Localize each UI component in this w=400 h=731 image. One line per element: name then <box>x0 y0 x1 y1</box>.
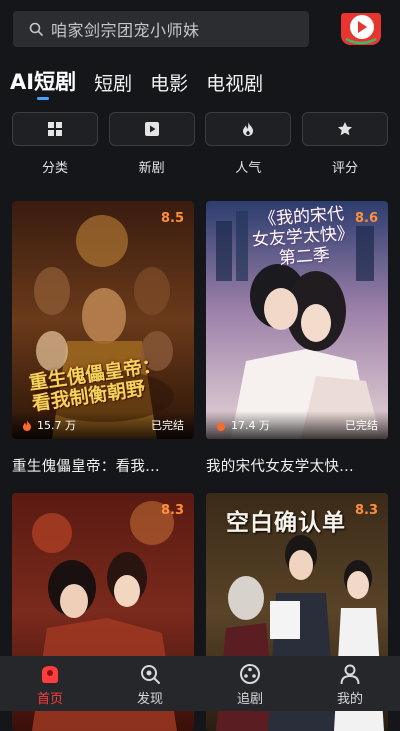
home-icon <box>42 666 58 683</box>
status-badge: 已完结 <box>345 419 378 432</box>
rating-score: 8.3 <box>354 503 378 518</box>
drama-poster: 重生傀儡皇帝： 看我制衡朝野 8.5 15.7 万 已完结 <box>12 201 194 439</box>
follow-icon <box>240 664 260 684</box>
app-logo-icon[interactable] <box>340 9 382 47</box>
category-label: 人气 <box>235 161 262 176</box>
view-count: 15.7 万 <box>22 417 76 433</box>
category-label: 评分 <box>331 161 358 176</box>
play-icon <box>144 122 159 136</box>
drama-title[interactable]: 重生傀儡皇帝：看我... <box>12 455 194 476</box>
profile-icon <box>340 664 360 685</box>
tab-short-drama[interactable]: 短剧 <box>94 69 132 96</box>
rating-score: 8.5 <box>160 211 184 226</box>
category-label: 分类 <box>41 161 68 176</box>
drama-poster: 《我的宋代 女友学太快》 第二季 8.6 17.4 万 已完结 <box>206 201 388 439</box>
poster-title-art: 空白确认单 <box>226 510 346 536</box>
drama-card[interactable]: 《我的宋代 女友学太快》 第二季 8.6 17.4 万 已完结 我的宋代女友学太… <box>206 201 388 476</box>
search-placeholder: 咱家剑宗团宠小师妹 <box>51 21 200 40</box>
nav-discover[interactable]: 发现 <box>100 656 200 711</box>
category-row: 分类 新剧 人气 评分 <box>12 112 388 176</box>
grid-icon <box>48 122 62 136</box>
search-icon <box>29 22 43 36</box>
rating-score: 8.6 <box>354 211 378 226</box>
category-new-button[interactable]: 新剧 <box>108 112 195 176</box>
drama-title[interactable]: 我的宋代女友学太快... <box>206 455 388 476</box>
tab-movie[interactable]: 电影 <box>150 69 188 96</box>
tab-tv-series[interactable]: 电视剧 <box>206 69 263 96</box>
tab-ai-short-drama[interactable]: AI短剧 <box>10 66 76 100</box>
category-classify-button[interactable]: 分类 <box>12 112 98 176</box>
flame-icon <box>243 122 254 136</box>
bottom-nav: 首页 发现 追剧 我的 <box>0 656 400 711</box>
flame-icon <box>217 419 225 431</box>
nav-home[interactable]: 首页 <box>0 656 100 711</box>
discover-icon <box>141 665 160 684</box>
nav-follow[interactable]: 追剧 <box>200 656 300 711</box>
status-badge: 已完结 <box>151 419 184 432</box>
content-tabs: AI短剧 短剧 电影 电视剧 <box>10 66 281 100</box>
drama-card[interactable]: 重生傀儡皇帝： 看我制衡朝野 8.5 15.7 万 已完结 重生傀儡皇帝：看我.… <box>12 201 194 476</box>
category-label: 新剧 <box>138 161 165 176</box>
poster-stats: 15.7 万 已完结 <box>12 411 194 439</box>
search-input[interactable]: 咱家剑宗团宠小师妹 <box>13 11 309 47</box>
view-count: 17.4 万 <box>216 417 270 433</box>
flame-icon <box>23 419 31 431</box>
nav-profile[interactable]: 我的 <box>300 656 400 711</box>
category-popular-button[interactable]: 人气 <box>205 112 292 176</box>
poster-stats: 17.4 万 已完结 <box>206 411 388 439</box>
star-icon <box>337 122 352 136</box>
category-rating-button[interactable]: 评分 <box>301 112 388 176</box>
rating-score: 8.3 <box>160 503 184 518</box>
